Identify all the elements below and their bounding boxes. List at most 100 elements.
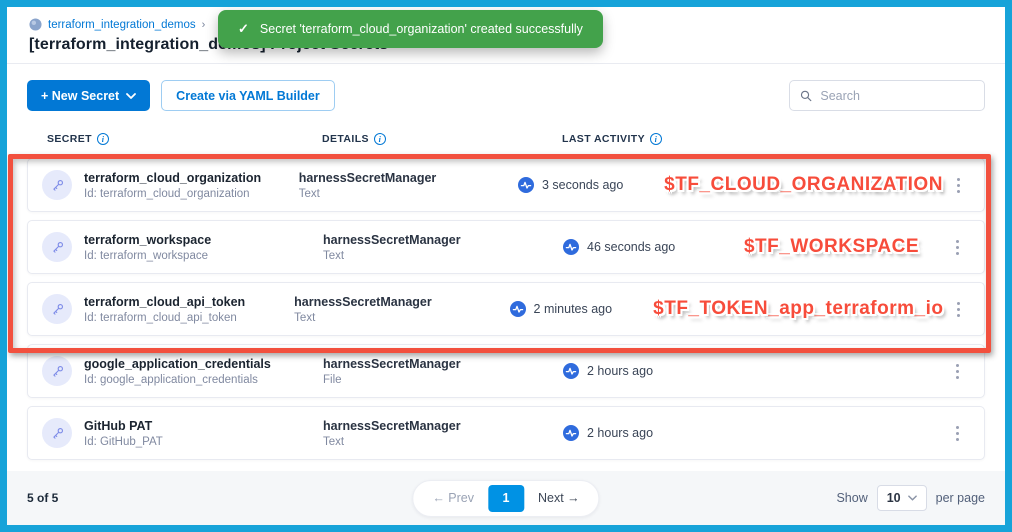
- page-size-select[interactable]: 10: [877, 485, 927, 511]
- row-menu-button[interactable]: [943, 302, 974, 317]
- more-options-icon: [956, 426, 959, 429]
- search-input[interactable]: [820, 89, 974, 103]
- next-page-button[interactable]: Next →: [524, 491, 594, 505]
- last-activity-text: 3 seconds ago: [542, 178, 623, 192]
- breadcrumb-project-link[interactable]: terraform_integration_demos: [48, 19, 196, 31]
- annotation-text: $TF_WORKSPACE: [744, 236, 919, 258]
- row-menu-button[interactable]: [943, 178, 974, 193]
- search-icon: [800, 89, 812, 103]
- secret-cell: terraform_cloud_api_token Id: terraform_…: [42, 294, 294, 324]
- yaml-builder-button[interactable]: Create via YAML Builder: [161, 80, 335, 111]
- row-menu-button[interactable]: [940, 426, 974, 441]
- table-row[interactable]: terraform_workspace Id: terraform_worksp…: [27, 220, 985, 274]
- last-activity-text: 2 hours ago: [587, 364, 653, 378]
- secrets-list: terraform_cloud_organization Id: terrafo…: [27, 158, 985, 460]
- activity-icon: [563, 239, 579, 255]
- column-label: SECRET: [47, 133, 92, 145]
- more-options-icon: [956, 364, 959, 367]
- success-toast: ✓ Secret 'terraform_cloud_organization' …: [218, 10, 603, 48]
- secret-type: File: [323, 374, 563, 386]
- secret-id: Id: terraform_cloud_organization: [84, 188, 261, 200]
- table-row[interactable]: GitHub PAT Id: GitHub_PAT harnessSecretM…: [27, 406, 985, 460]
- column-header-last-activity: LAST ACTIVITY i: [562, 133, 662, 145]
- secret-manager: harnessSecretManager: [323, 357, 563, 371]
- annotation-text: $TF_TOKEN_app_terraform_io: [653, 298, 943, 320]
- details-cell: harnessSecretManager Text: [323, 233, 563, 262]
- secret-type: Text: [294, 312, 509, 324]
- page-footer: 5 of 5 ← Prev 1 Next → Show 10 per page: [7, 471, 1005, 525]
- page-size-control: Show 10 per page: [836, 485, 985, 511]
- secret-name: terraform_cloud_organization: [84, 171, 261, 185]
- more-options-icon: [957, 178, 960, 181]
- more-options-icon: [956, 240, 959, 243]
- project-icon: [29, 18, 42, 31]
- secret-name: google_application_credentials: [84, 357, 271, 371]
- annotation-cell: $TF_CLOUD_ORGANIZATION: [664, 174, 943, 196]
- toolbar: + New Secret Create via YAML Builder: [7, 64, 1005, 125]
- new-secret-button[interactable]: + New Secret: [27, 80, 150, 111]
- secret-cell: GitHub PAT Id: GitHub_PAT: [42, 418, 323, 448]
- table-row[interactable]: google_application_credentials Id: googl…: [27, 344, 985, 398]
- activity-icon: [563, 425, 579, 441]
- last-activity-text: 2 minutes ago: [534, 302, 613, 316]
- details-cell: harnessSecretManager Text: [323, 419, 563, 448]
- secret-type: Text: [323, 436, 563, 448]
- page-number-button[interactable]: 1: [488, 485, 524, 512]
- per-page-label: per page: [936, 491, 985, 505]
- secret-type: Text: [299, 188, 518, 200]
- secret-manager: harnessSecretManager: [323, 419, 563, 433]
- annotation-text: $TF_CLOUD_ORGANIZATION: [664, 174, 943, 196]
- details-cell: harnessSecretManager File: [323, 357, 563, 386]
- secret-manager: harnessSecretManager: [299, 171, 518, 185]
- secret-cell: google_application_credentials Id: googl…: [42, 356, 323, 386]
- secret-manager: harnessSecretManager: [294, 295, 509, 309]
- chevron-down-icon: [908, 495, 917, 501]
- pagination: ← Prev 1 Next →: [412, 480, 599, 517]
- info-icon[interactable]: i: [97, 133, 109, 145]
- secret-id: Id: terraform_workspace: [84, 250, 211, 262]
- last-activity-cell: 2 hours ago: [563, 425, 723, 441]
- new-secret-label: + New Secret: [41, 89, 119, 103]
- row-menu-button[interactable]: [940, 240, 974, 255]
- secret-key-icon: [42, 294, 72, 324]
- info-icon[interactable]: i: [650, 133, 662, 145]
- annotation-cell: $TF_WORKSPACE: [723, 236, 940, 258]
- last-activity-cell: 2 hours ago: [563, 363, 723, 379]
- breadcrumb-separator: ›: [202, 19, 206, 31]
- secret-manager: harnessSecretManager: [323, 233, 563, 247]
- result-count: 5 of 5: [27, 491, 58, 505]
- last-activity-cell: 46 seconds ago: [563, 239, 723, 255]
- secret-cell: terraform_workspace Id: terraform_worksp…: [42, 232, 323, 262]
- column-label: DETAILS: [322, 133, 369, 145]
- app-window: terraform_integration_demos › [terraform…: [0, 0, 1012, 532]
- secret-name: terraform_workspace: [84, 233, 211, 247]
- annotation-cell: $TF_TOKEN_app_terraform_io: [653, 298, 943, 320]
- chevron-down-icon: [126, 93, 136, 99]
- secret-type: Text: [323, 250, 563, 262]
- search-box[interactable]: [789, 80, 985, 111]
- last-activity-text: 46 seconds ago: [587, 240, 675, 254]
- details-cell: harnessSecretManager Text: [299, 171, 518, 200]
- show-label: Show: [836, 491, 867, 505]
- column-label: LAST ACTIVITY: [562, 133, 645, 145]
- secret-key-icon: [42, 418, 72, 448]
- secret-id: Id: GitHub_PAT: [84, 436, 163, 448]
- activity-icon: [563, 363, 579, 379]
- prev-page-button[interactable]: ← Prev: [418, 491, 488, 505]
- secret-name: terraform_cloud_api_token: [84, 295, 245, 309]
- table-row[interactable]: terraform_cloud_api_token Id: terraform_…: [27, 282, 985, 336]
- secret-key-icon: [42, 232, 72, 262]
- secret-cell: terraform_cloud_organization Id: terrafo…: [42, 170, 299, 200]
- row-menu-button[interactable]: [940, 364, 974, 379]
- activity-icon: [518, 177, 534, 193]
- check-icon: ✓: [238, 21, 249, 37]
- secret-name: GitHub PAT: [84, 419, 163, 433]
- table-row[interactable]: terraform_cloud_organization Id: terrafo…: [27, 158, 985, 212]
- secret-id: Id: terraform_cloud_api_token: [84, 312, 245, 324]
- activity-icon: [510, 301, 526, 317]
- secret-key-icon: [42, 356, 72, 386]
- yaml-builder-label: Create via YAML Builder: [176, 89, 320, 103]
- secret-id: Id: google_application_credentials: [84, 374, 271, 386]
- info-icon[interactable]: i: [374, 133, 386, 145]
- column-header-details: DETAILS i: [322, 133, 562, 145]
